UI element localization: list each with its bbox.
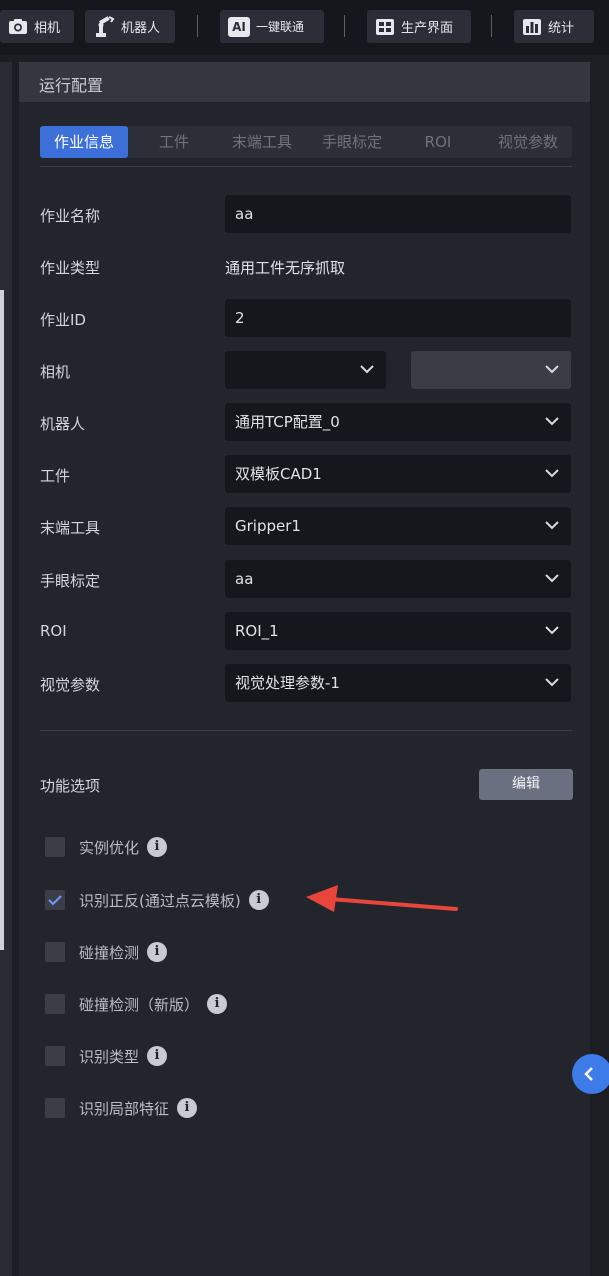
production-view-button[interactable]: 生产界面 bbox=[367, 10, 471, 43]
camera-button[interactable]: 相机 bbox=[0, 10, 74, 43]
tab-end-tool[interactable]: 末端工具 bbox=[220, 126, 304, 158]
chevron-down-icon bbox=[545, 417, 559, 426]
tab-job-info[interactable]: 作业信息 bbox=[40, 126, 128, 158]
end-tool-select-value: Gripper1 bbox=[235, 517, 301, 535]
job-name-label: 作业名称 bbox=[40, 207, 101, 225]
job-type-label: 作业类型 bbox=[40, 259, 101, 277]
divider bbox=[40, 730, 572, 731]
divider bbox=[40, 166, 572, 167]
job-id-label: 作业ID bbox=[40, 311, 86, 329]
robot-label: 机器人 bbox=[40, 415, 86, 433]
option-label: 碰撞检测 bbox=[79, 943, 140, 962]
job-name-input[interactable]: aa bbox=[225, 195, 571, 233]
panel-header: 运行配置 bbox=[19, 62, 590, 102]
camera-icon bbox=[9, 19, 27, 34]
config-tabs: 作业信息 工件 末端工具 手眼标定 ROI 视觉参数 bbox=[40, 126, 572, 158]
option-recognize-front-back: 识别正反(通过点云模板) i bbox=[45, 888, 269, 912]
camera-label: 相机 bbox=[40, 363, 71, 381]
robot-button[interactable]: 机器人 bbox=[85, 10, 175, 43]
camera-select[interactable] bbox=[225, 351, 386, 389]
chevron-down-icon bbox=[545, 521, 559, 530]
camera-button-label: 相机 bbox=[34, 21, 61, 36]
one-click-connect-button[interactable]: AI 一键联通 bbox=[220, 10, 324, 43]
vision-params-select-value: 视觉处理参数-1 bbox=[235, 674, 340, 692]
info-icon[interactable]: i bbox=[207, 994, 228, 1014]
checkbox[interactable] bbox=[45, 942, 65, 962]
option-recognize-type: 识别类型 i bbox=[45, 1044, 168, 1068]
one-click-connect-label: 一键联通 bbox=[256, 20, 305, 34]
workpiece-select[interactable]: 双模板CAD1 bbox=[225, 455, 571, 493]
info-icon[interactable]: i bbox=[147, 1046, 168, 1066]
checkbox[interactable] bbox=[45, 837, 65, 857]
toolbar-divider bbox=[344, 15, 345, 37]
toolbar-divider bbox=[197, 15, 198, 37]
grid-icon bbox=[376, 18, 394, 35]
bar-chart-icon bbox=[523, 18, 541, 35]
option-label: 识别类型 bbox=[79, 1047, 140, 1066]
hand-eye-select-value: aa bbox=[235, 570, 254, 588]
info-icon[interactable]: i bbox=[147, 837, 168, 857]
collapse-panel-button[interactable] bbox=[572, 1054, 609, 1094]
option-label: 识别局部特征 bbox=[79, 1099, 170, 1118]
robot-button-label: 机器人 bbox=[121, 21, 161, 36]
robot-select[interactable]: 通用TCP配置_0 bbox=[225, 403, 571, 441]
info-icon[interactable]: i bbox=[248, 890, 269, 910]
top-toolbar: 相机 机器人 AI 一键联通 生产界面 统计 bbox=[0, 0, 609, 55]
feature-options-title: 功能选项 bbox=[40, 777, 101, 795]
hand-eye-label: 手眼标定 bbox=[40, 572, 101, 590]
roi-select-value: ROI_1 bbox=[235, 622, 279, 640]
end-tool-select[interactable]: Gripper1 bbox=[225, 507, 571, 545]
end-tool-label: 末端工具 bbox=[40, 519, 101, 537]
chevron-down-icon bbox=[545, 574, 559, 583]
tab-hand-eye[interactable]: 手眼标定 bbox=[310, 126, 394, 158]
camera-secondary-select[interactable] bbox=[411, 351, 571, 389]
chevron-down-icon bbox=[545, 678, 559, 687]
checkbox[interactable] bbox=[45, 994, 65, 1014]
robot-select-value: 通用TCP配置_0 bbox=[235, 413, 340, 431]
option-instance-optimization: 实例优化 i bbox=[45, 835, 168, 859]
option-recognize-local-features: 识别局部特征 i bbox=[45, 1096, 198, 1120]
hand-eye-select[interactable]: aa bbox=[225, 560, 571, 598]
checkbox-checked[interactable] bbox=[45, 890, 65, 910]
checkbox[interactable] bbox=[45, 1098, 65, 1118]
chevron-down-icon bbox=[545, 626, 559, 635]
annotation-arrow bbox=[306, 885, 458, 912]
info-icon[interactable]: i bbox=[177, 1098, 198, 1118]
vision-params-select[interactable]: 视觉处理参数-1 bbox=[225, 664, 571, 702]
workpiece-select-value: 双模板CAD1 bbox=[235, 465, 322, 483]
job-type-value: 通用工件无序抓取 bbox=[225, 259, 346, 277]
option-label: 碰撞检测（新版） bbox=[79, 995, 200, 1014]
roi-select[interactable]: ROI_1 bbox=[225, 612, 571, 650]
info-icon[interactable]: i bbox=[147, 942, 168, 962]
chevron-left-icon bbox=[584, 1067, 593, 1081]
statistics-label: 统计 bbox=[548, 21, 575, 36]
ai-icon: AI bbox=[228, 16, 250, 37]
chevron-down-icon bbox=[545, 469, 559, 478]
chevron-down-icon bbox=[545, 365, 559, 374]
run-config-panel: 运行配置 作业信息 工件 末端工具 手眼标定 ROI 视觉参数 作业名称 aa … bbox=[19, 62, 590, 1276]
workpiece-label: 工件 bbox=[40, 467, 71, 485]
statistics-button[interactable]: 统计 bbox=[514, 10, 594, 43]
job-id-input[interactable]: 2 bbox=[225, 299, 571, 337]
option-collision-detection: 碰撞检测 i bbox=[45, 940, 168, 964]
checkmark-icon bbox=[48, 894, 62, 905]
checkbox[interactable] bbox=[45, 1046, 65, 1066]
option-collision-detection-new: 碰撞检测（新版） i bbox=[45, 992, 228, 1016]
chevron-down-icon bbox=[360, 365, 374, 374]
panel-title: 运行配置 bbox=[39, 76, 104, 95]
edit-button[interactable]: 编辑 bbox=[479, 769, 573, 800]
tab-workpiece[interactable]: 工件 bbox=[136, 126, 212, 158]
production-view-label: 生产界面 bbox=[401, 21, 454, 36]
vision-params-label: 视觉参数 bbox=[40, 676, 101, 694]
option-label: 识别正反(通过点云模板) bbox=[79, 891, 241, 910]
tab-vision-params[interactable]: 视觉参数 bbox=[484, 126, 572, 158]
left-preview-edge bbox=[0, 290, 4, 950]
toolbar-divider bbox=[491, 15, 492, 37]
robot-arm-icon bbox=[96, 15, 115, 37]
tab-roi[interactable]: ROI bbox=[400, 126, 476, 158]
option-label: 实例优化 bbox=[79, 838, 140, 857]
roi-label: ROI bbox=[40, 622, 67, 640]
